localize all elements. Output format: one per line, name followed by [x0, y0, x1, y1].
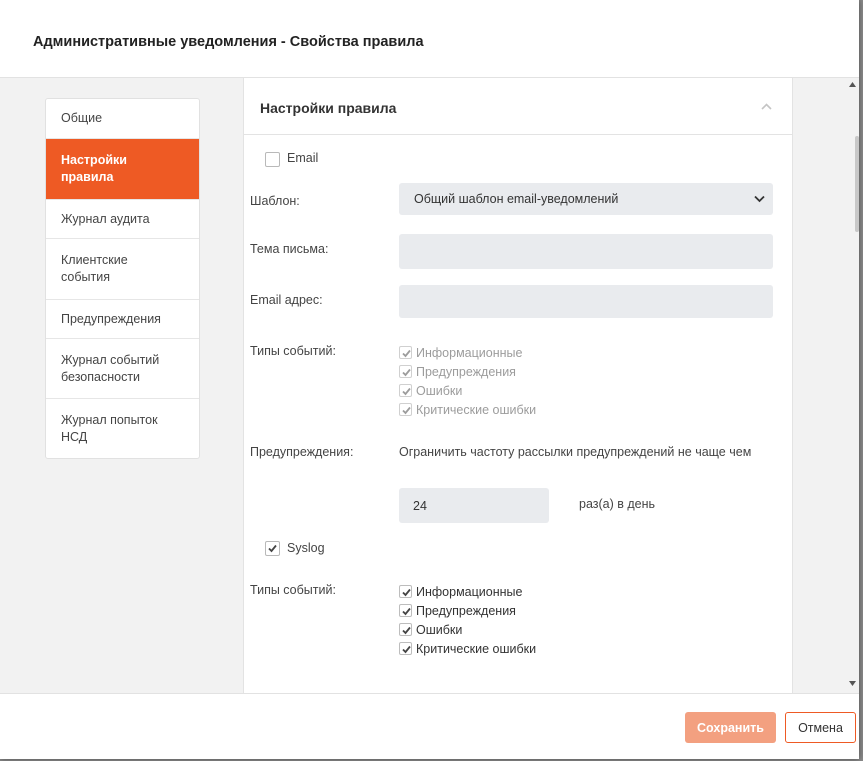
syslog-checkbox[interactable]: [265, 541, 280, 556]
checkmark-icon: [402, 607, 411, 616]
nav-item-label: Общие: [61, 111, 103, 125]
checkmark-icon: [402, 645, 411, 654]
email-address-input[interactable]: [399, 285, 773, 318]
email-address-label: Email адрес:: [250, 293, 323, 307]
nav-item-label: Журнал аудита: [61, 211, 150, 226]
email-event-type-info[interactable]: Информационные: [399, 343, 536, 362]
syslog-event-type-info[interactable]: Информационные: [399, 582, 536, 601]
event-type-label: Ошибки: [416, 383, 463, 398]
warnings-frequency-value: 24: [413, 499, 427, 513]
event-type-label: Предупреждения: [416, 603, 516, 618]
email-label: Email: [287, 151, 319, 165]
email-event-types-list: Информационные Предупреждения Ошибки Кри…: [399, 343, 536, 419]
settings-nav: Общие Настройки правила Журнал аудита Кл…: [45, 98, 200, 459]
nav-item-label: Предупреждения: [61, 311, 161, 326]
email-event-type-warnings[interactable]: Предупреждения: [399, 362, 536, 381]
checkmark-icon: [402, 588, 411, 597]
subject-input[interactable]: [399, 234, 773, 269]
cancel-button[interactable]: Отмена: [785, 712, 856, 743]
nav-item-general[interactable]: Общие: [46, 99, 199, 138]
checkmark-icon: [402, 406, 411, 415]
checkbox[interactable]: [399, 642, 412, 655]
checkbox[interactable]: [399, 403, 412, 416]
dialog-content: Общие Настройки правила Журнал аудита Кл…: [0, 78, 859, 693]
nav-item-client-events[interactable]: Клиентские события: [46, 238, 199, 299]
checkbox[interactable]: [399, 384, 412, 397]
scroll-up-arrow-icon[interactable]: [849, 82, 856, 87]
checkmark-icon: [402, 368, 411, 377]
checkbox[interactable]: [399, 585, 412, 598]
checkbox[interactable]: [399, 604, 412, 617]
save-button[interactable]: Сохранить: [685, 712, 776, 743]
checkbox[interactable]: [399, 346, 412, 359]
checkmark-icon: [402, 626, 411, 635]
checkmark-icon: [268, 544, 277, 553]
checkmark-icon: [402, 349, 411, 358]
panel-header: Настройки правила: [244, 78, 792, 135]
warnings-frequency-input[interactable]: 24: [399, 488, 549, 523]
checkbox[interactable]: [399, 623, 412, 636]
email-event-type-critical[interactable]: Критические ошибки: [399, 400, 536, 419]
syslog-event-type-warnings[interactable]: Предупреждения: [399, 601, 536, 620]
warnings-frequency-unit: раз(а) в день: [579, 497, 656, 511]
nav-item-warnings[interactable]: Предупреждения: [46, 299, 199, 338]
warnings-label: Предупреждения:: [250, 445, 354, 459]
subject-label: Тема письма:: [250, 242, 329, 256]
warnings-description: Ограничить частоту рассылки предупрежден…: [399, 445, 752, 459]
template-select[interactable]: Общий шаблон email-уведомлений: [399, 183, 773, 215]
nav-item-label: Клиентские события: [61, 253, 128, 284]
nav-item-security-log[interactable]: Журнал событий безопасности: [46, 338, 199, 398]
nav-item-label: Настройки правила: [61, 153, 127, 184]
scroll-down-arrow-icon[interactable]: [849, 681, 856, 686]
rule-properties-dialog: Административные уведомления - Свойства …: [0, 0, 859, 759]
scrollbar-thumb[interactable]: [855, 136, 859, 232]
footer-divider: [0, 693, 859, 694]
nav-item-label: Журнал событий безопасности: [61, 352, 160, 384]
dialog-title: Административные уведомления - Свойства …: [33, 34, 424, 50]
email-event-type-errors[interactable]: Ошибки: [399, 381, 536, 400]
email-event-types-label: Типы событий:: [250, 344, 336, 358]
event-type-label: Ошибки: [416, 622, 463, 637]
event-type-label: Критические ошибки: [416, 402, 537, 417]
syslog-event-types-label: Типы событий:: [250, 583, 336, 597]
event-type-label: Информационные: [416, 584, 523, 599]
event-type-label: Информационные: [416, 345, 523, 360]
checkbox[interactable]: [399, 365, 412, 378]
syslog-label: Syslog: [287, 541, 325, 555]
template-select-value: Общий шаблон email-уведомлений: [414, 192, 619, 206]
chevron-down-icon: [754, 195, 765, 203]
syslog-event-types-list: Информационные Предупреждения Ошибки Кри…: [399, 582, 536, 658]
panel-title: Настройки правила: [260, 100, 397, 116]
event-type-label: Предупреждения: [416, 364, 516, 379]
checkmark-icon: [402, 387, 411, 396]
event-type-label: Критические ошибки: [416, 641, 537, 656]
nav-item-rule-settings[interactable]: Настройки правила: [46, 138, 199, 199]
rule-settings-panel: Настройки правила Email Шаблон: Общий ша…: [243, 78, 793, 693]
nav-item-nsd-log[interactable]: Журнал попыток НСД: [46, 398, 199, 458]
email-checkbox[interactable]: [265, 152, 280, 167]
chevron-up-icon[interactable]: [761, 101, 772, 112]
syslog-event-type-critical[interactable]: Критические ошибки: [399, 639, 536, 658]
nav-item-audit-log[interactable]: Журнал аудита: [46, 199, 199, 238]
nav-item-label: Журнал попыток НСД: [61, 412, 158, 444]
syslog-event-type-errors[interactable]: Ошибки: [399, 620, 536, 639]
template-label: Шаблон:: [250, 194, 300, 208]
